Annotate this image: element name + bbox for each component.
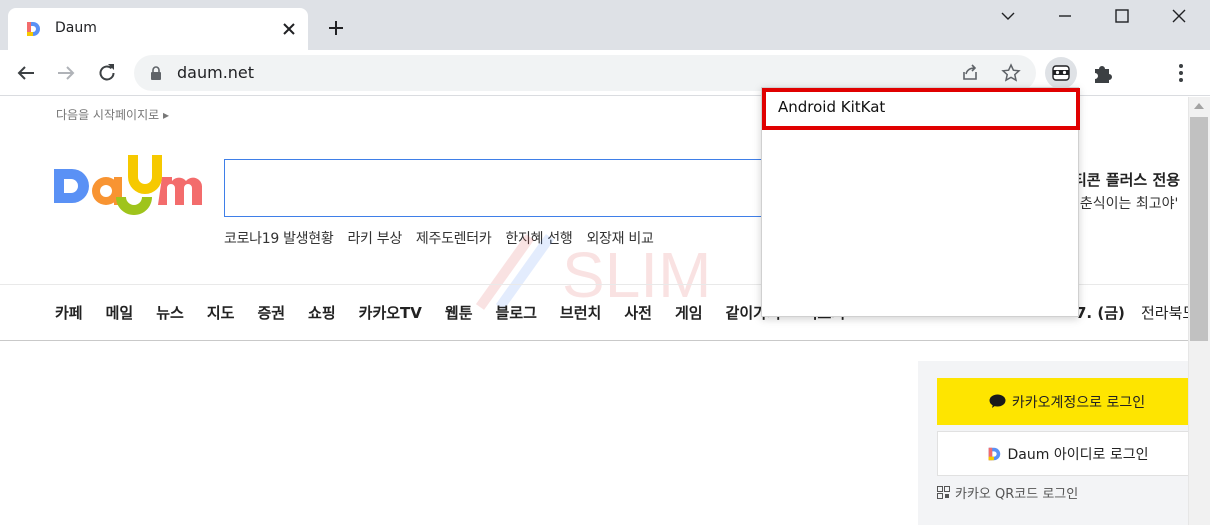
daum-login-button[interactable]: Daum 아이디로 로그인 xyxy=(937,431,1188,476)
nav-item-brunch[interactable]: 브런치 xyxy=(560,302,601,323)
login-panel: 카카오계정으로 로그인 Daum 아이디로 로그인 카카오 QR코드 로그인 xyxy=(918,361,1188,525)
qr-login-link[interactable]: 카카오 QR코드 로그인 xyxy=(937,483,1078,502)
popup-item-android-kitkat[interactable]: Android KitKat xyxy=(762,88,1080,130)
daum-login-label: Daum 아이디로 로그인 xyxy=(1007,446,1149,463)
main-nav: 카페 메일 뉴스 지도 증권 쇼핑 카카오TV 웹툰 블로그 브런치 사전 게임… xyxy=(55,302,845,323)
search-input[interactable] xyxy=(224,159,784,217)
nav-item-shopping[interactable]: 쇼핑 xyxy=(308,302,336,323)
maximize-icon[interactable] xyxy=(1113,7,1131,25)
url-text[interactable]: daum.net xyxy=(177,63,254,82)
tab-strip: Daum xyxy=(0,0,1210,50)
user-agent-switcher-icon[interactable] xyxy=(1045,57,1077,89)
nav-item-webtoon[interactable]: 웹툰 xyxy=(445,302,473,323)
minimize-icon[interactable] xyxy=(1056,7,1074,25)
divider xyxy=(0,340,1188,341)
nav-item-map[interactable]: 지도 xyxy=(207,302,235,323)
trending-keyword[interactable]: 라키 부상 xyxy=(347,228,402,248)
watermark-text: SLIM xyxy=(562,239,711,311)
scroll-up-arrow-icon[interactable] xyxy=(1193,101,1205,111)
date-text: 7. (금) xyxy=(1076,304,1125,322)
star-icon[interactable] xyxy=(1001,63,1021,83)
start-page-link[interactable]: 다음을 시작페이지로 ▸ xyxy=(56,106,169,123)
reload-icon[interactable] xyxy=(96,62,118,84)
nav-item-dictionary[interactable]: 사전 xyxy=(624,302,652,323)
kakao-login-button[interactable]: 카카오계정으로 로그인 xyxy=(937,378,1188,425)
nav-item-kakaotv[interactable]: 카카오TV xyxy=(359,302,422,323)
daum-logo[interactable] xyxy=(54,155,202,221)
tab-daum[interactable]: Daum xyxy=(8,8,308,50)
nav-item-mail[interactable]: 메일 xyxy=(106,302,134,323)
puzzle-icon[interactable] xyxy=(1087,59,1117,89)
close-icon[interactable] xyxy=(280,20,298,38)
chevron-down-icon[interactable] xyxy=(999,7,1017,25)
promo-title[interactable]: 티콘 플러스 전용 xyxy=(1073,169,1180,190)
tab-title: Daum xyxy=(55,20,97,36)
nav-item-blog[interactable]: 블로그 xyxy=(496,302,537,323)
qr-code-icon xyxy=(937,486,950,499)
address-bar[interactable]: daum.net xyxy=(134,55,1036,91)
window-close-icon[interactable] xyxy=(1170,7,1188,25)
weather-region[interactable]: 전라북도 xyxy=(1141,302,1188,323)
daum-favicon-icon xyxy=(24,20,42,38)
speech-bubble-icon xyxy=(989,394,1006,409)
nav-item-news[interactable]: 뉴스 xyxy=(156,302,184,323)
qr-login-label: 카카오 QR코드 로그인 xyxy=(955,487,1079,502)
user-agent-popup: Android KitKat xyxy=(761,87,1080,317)
plus-icon[interactable] xyxy=(326,18,346,38)
lock-icon[interactable] xyxy=(149,66,163,80)
trending-keyword[interactable]: 코로나19 발생현황 xyxy=(224,228,334,248)
scrollbar-thumb[interactable] xyxy=(1190,117,1208,341)
more-vert-icon[interactable] xyxy=(1171,62,1191,84)
promo-subtitle[interactable]: '춘식이는 최고야' xyxy=(1076,193,1178,213)
nav-item-stock[interactable]: 증권 xyxy=(257,302,285,323)
nav-item-game[interactable]: 게임 xyxy=(675,302,703,323)
back-arrow-icon[interactable] xyxy=(15,62,37,84)
daum-d-icon xyxy=(986,446,1002,462)
forward-arrow-icon[interactable] xyxy=(55,62,77,84)
nav-item-cafe[interactable]: 카페 xyxy=(55,302,83,323)
kakao-login-label: 카카오계정으로 로그인 xyxy=(1011,394,1146,411)
share-icon[interactable] xyxy=(960,63,980,83)
